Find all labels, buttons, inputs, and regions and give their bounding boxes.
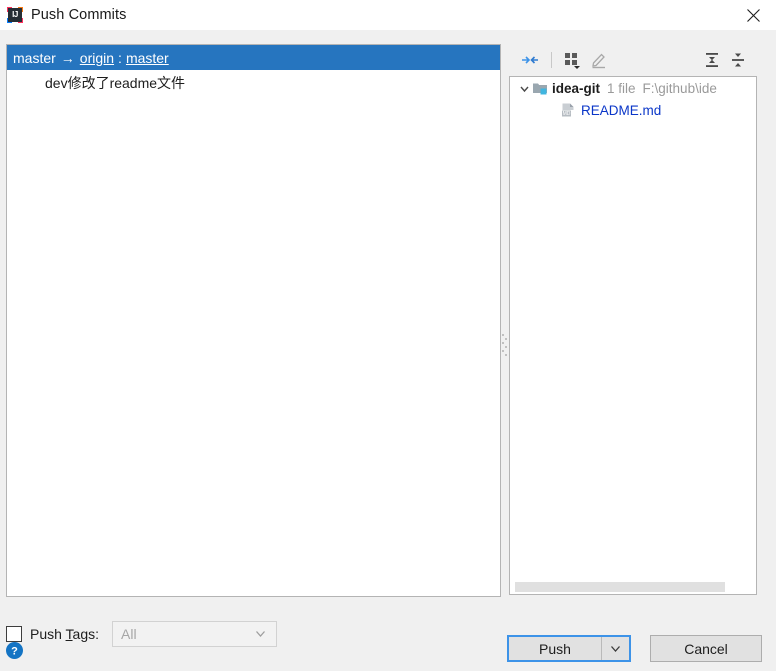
push-dropdown-button[interactable] — [602, 637, 629, 660]
show-diff-button[interactable] — [517, 48, 543, 72]
edit-source-button[interactable] — [586, 48, 612, 72]
group-by-icon — [565, 53, 580, 69]
commit-list-item[interactable]: dev修改了readme文件 — [7, 70, 500, 96]
changes-toolbar — [509, 44, 757, 76]
markdown-file-icon: MD — [560, 102, 576, 118]
toolbar-right-group — [699, 48, 751, 72]
root-node-label: idea-git — [552, 80, 601, 96]
push-button[interactable]: Push — [509, 637, 602, 660]
splitter-grip-icon — [502, 332, 507, 358]
push-split-button[interactable]: Push — [507, 635, 631, 662]
window-title: Push Commits — [31, 7, 127, 23]
help-icon: ? — [6, 642, 23, 659]
chevron-down-icon — [611, 646, 620, 652]
intellij-idea-icon: IJ — [7, 7, 23, 23]
changed-files-panel: idea-git 1 file F:\github\ide MD README.… — [509, 44, 757, 595]
collapse-changes-icon — [522, 56, 538, 64]
svg-text:MD: MD — [563, 111, 571, 117]
file-node-label: README.md — [581, 102, 662, 118]
push-tags-row: Push Tags: All — [6, 621, 278, 647]
toolbar-separator — [551, 52, 552, 68]
dialog-footer-buttons: Push Cancel — [507, 635, 762, 662]
edit-source-icon — [592, 53, 605, 69]
collapse-all-button[interactable] — [725, 48, 751, 72]
close-button[interactable] — [731, 0, 776, 30]
commits-list-panel[interactable]: master → origin : master dev修改了readme文件 — [6, 44, 501, 597]
push-tags-label-mnemonic: T — [65, 626, 73, 642]
push-tags-checkbox[interactable] — [6, 626, 22, 642]
tree-node-file[interactable]: MD README.md — [510, 99, 756, 121]
arrow-right-icon: → — [60, 49, 75, 66]
root-node-path: F:\github\ide — [642, 80, 717, 96]
module-folder-icon — [532, 80, 548, 96]
expand-all-icon — [706, 53, 718, 67]
push-tags-label-pre: Push — [30, 626, 66, 642]
push-tags-label-post: ags: — [72, 626, 100, 642]
close-icon — [747, 8, 760, 22]
local-branch-label: master — [13, 49, 56, 66]
svg-text:?: ? — [11, 646, 18, 658]
changed-files-tree[interactable]: idea-git 1 file F:\github\ide MD README.… — [509, 76, 757, 595]
tree-horizontal-scrollbar-thumb[interactable] — [515, 582, 725, 592]
cancel-button[interactable]: Cancel — [650, 635, 762, 662]
commit-message: dev修改了readme文件 — [45, 75, 186, 91]
tree-horizontal-scrollbar[interactable] — [511, 580, 755, 593]
push-tags-select[interactable]: All — [112, 621, 278, 647]
tree-node-root[interactable]: idea-git 1 file F:\github\ide — [510, 77, 756, 99]
intellij-idea-icon-text: IJ — [12, 10, 18, 19]
branch-header-row[interactable]: master → origin : master — [7, 45, 500, 70]
dialog-body: master → origin : master dev修改了readme文件 — [0, 30, 776, 671]
push-tags-label: Push Tags: — [30, 626, 99, 642]
panel-splitter[interactable] — [499, 44, 509, 595]
title-bar: IJ Push Commits — [0, 0, 776, 30]
remote-branch-link[interactable]: master — [126, 50, 169, 66]
root-node-file-count: 1 file — [607, 80, 636, 96]
chevron-down-icon[interactable] — [516, 83, 532, 94]
group-by-button[interactable] — [560, 48, 586, 72]
help-button[interactable]: ? — [6, 642, 23, 659]
push-tags-select-value: All — [121, 626, 137, 642]
branch-separator: : — [118, 49, 122, 66]
collapse-all-icon — [732, 53, 744, 67]
chevron-down-icon — [254, 627, 267, 643]
remote-name-link[interactable]: origin — [80, 50, 114, 66]
expand-all-button[interactable] — [699, 48, 725, 72]
